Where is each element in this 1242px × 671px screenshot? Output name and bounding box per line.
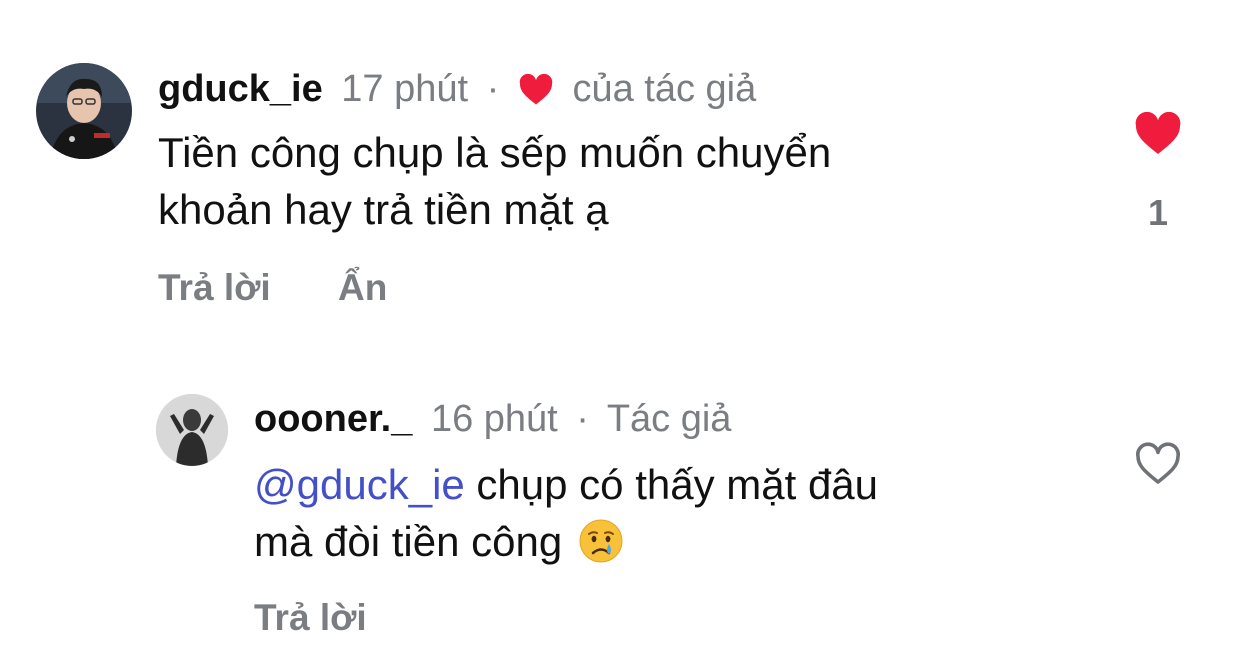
author-badge: Tác giả	[606, 398, 732, 440]
like-button[interactable]	[1134, 111, 1182, 156]
comment-header: gduck_ie 17 phút · của tác giả	[158, 66, 756, 117]
username[interactable]: gduck_ie	[158, 68, 323, 110]
comment-time: 16 phút	[430, 398, 558, 440]
crying-face-emoji	[578, 518, 624, 578]
username[interactable]: oooner._	[254, 398, 412, 440]
avatar[interactable]	[36, 63, 132, 159]
avatar[interactable]	[156, 394, 228, 466]
like-button[interactable]	[1134, 442, 1182, 486]
separator: ·	[576, 398, 589, 440]
comment-time: 17 phút	[341, 68, 469, 110]
like-count: 1	[1147, 192, 1169, 233]
comment-text: @gduck_ie chụp có thấy mặt đâu mà đòi ti…	[254, 456, 878, 578]
heart-filled-icon	[1135, 111, 1181, 154]
comment-text-line: chụp có thấy mặt đâu	[464, 461, 879, 508]
comment-text: Tiền công chụp là sếp muốn chuyển khoản …	[158, 124, 831, 238]
comment-text-line: mà đòi tiền công	[254, 518, 563, 565]
author-liked-badge: của tác giả	[572, 68, 757, 110]
comment-text-line: Tiền công chụp là sếp muốn chuyển	[158, 129, 832, 176]
separator: ·	[486, 68, 500, 110]
reply-button[interactable]: Trả lời	[158, 266, 271, 310]
comment-header: oooner._ 16 phút · Tác giả	[254, 396, 731, 442]
hide-button[interactable]: Ẩn	[338, 266, 387, 310]
mention-link[interactable]: @gduck_ie	[254, 461, 465, 508]
reply-button[interactable]: Trả lời	[254, 596, 367, 640]
red-heart-icon	[518, 71, 554, 117]
comment-text-line: khoản hay trả tiền mặt ạ	[158, 186, 609, 233]
heart-outline-icon	[1136, 442, 1180, 484]
